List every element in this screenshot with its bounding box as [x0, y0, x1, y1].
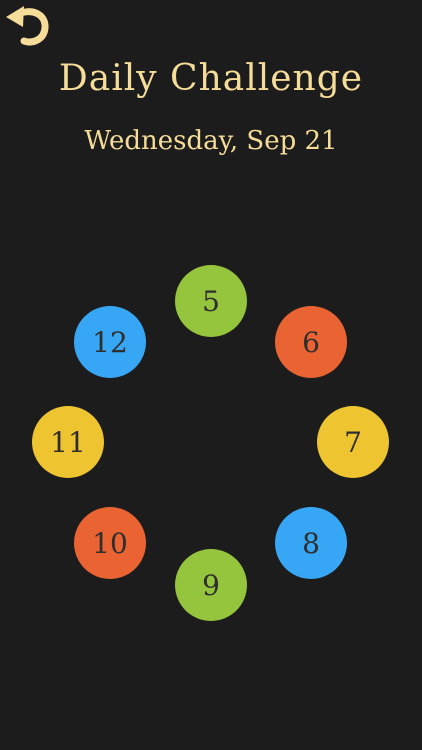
game-screen: Daily Challenge Wednesday, Sep 21 5 6 7 …	[0, 0, 422, 750]
number-tile-10[interactable]: 10	[74, 507, 146, 579]
tile-label: 5	[202, 284, 220, 318]
number-tile-5[interactable]: 5	[175, 265, 247, 337]
tile-label: 7	[344, 425, 362, 459]
tile-label: 9	[202, 568, 220, 602]
number-tile-7[interactable]: 7	[317, 406, 389, 478]
tile-label: 8	[302, 526, 320, 560]
tile-label: 6	[302, 325, 320, 359]
number-tile-6[interactable]: 6	[275, 306, 347, 378]
number-tile-12[interactable]: 12	[74, 306, 146, 378]
number-tile-8[interactable]: 8	[275, 507, 347, 579]
number-ring: 5 6 7 8 9 10 11 12	[0, 0, 422, 750]
tile-label: 11	[50, 425, 86, 459]
number-tile-11[interactable]: 11	[32, 406, 104, 478]
tile-label: 10	[92, 526, 128, 560]
tile-label: 12	[92, 325, 128, 359]
number-tile-9[interactable]: 9	[175, 549, 247, 621]
